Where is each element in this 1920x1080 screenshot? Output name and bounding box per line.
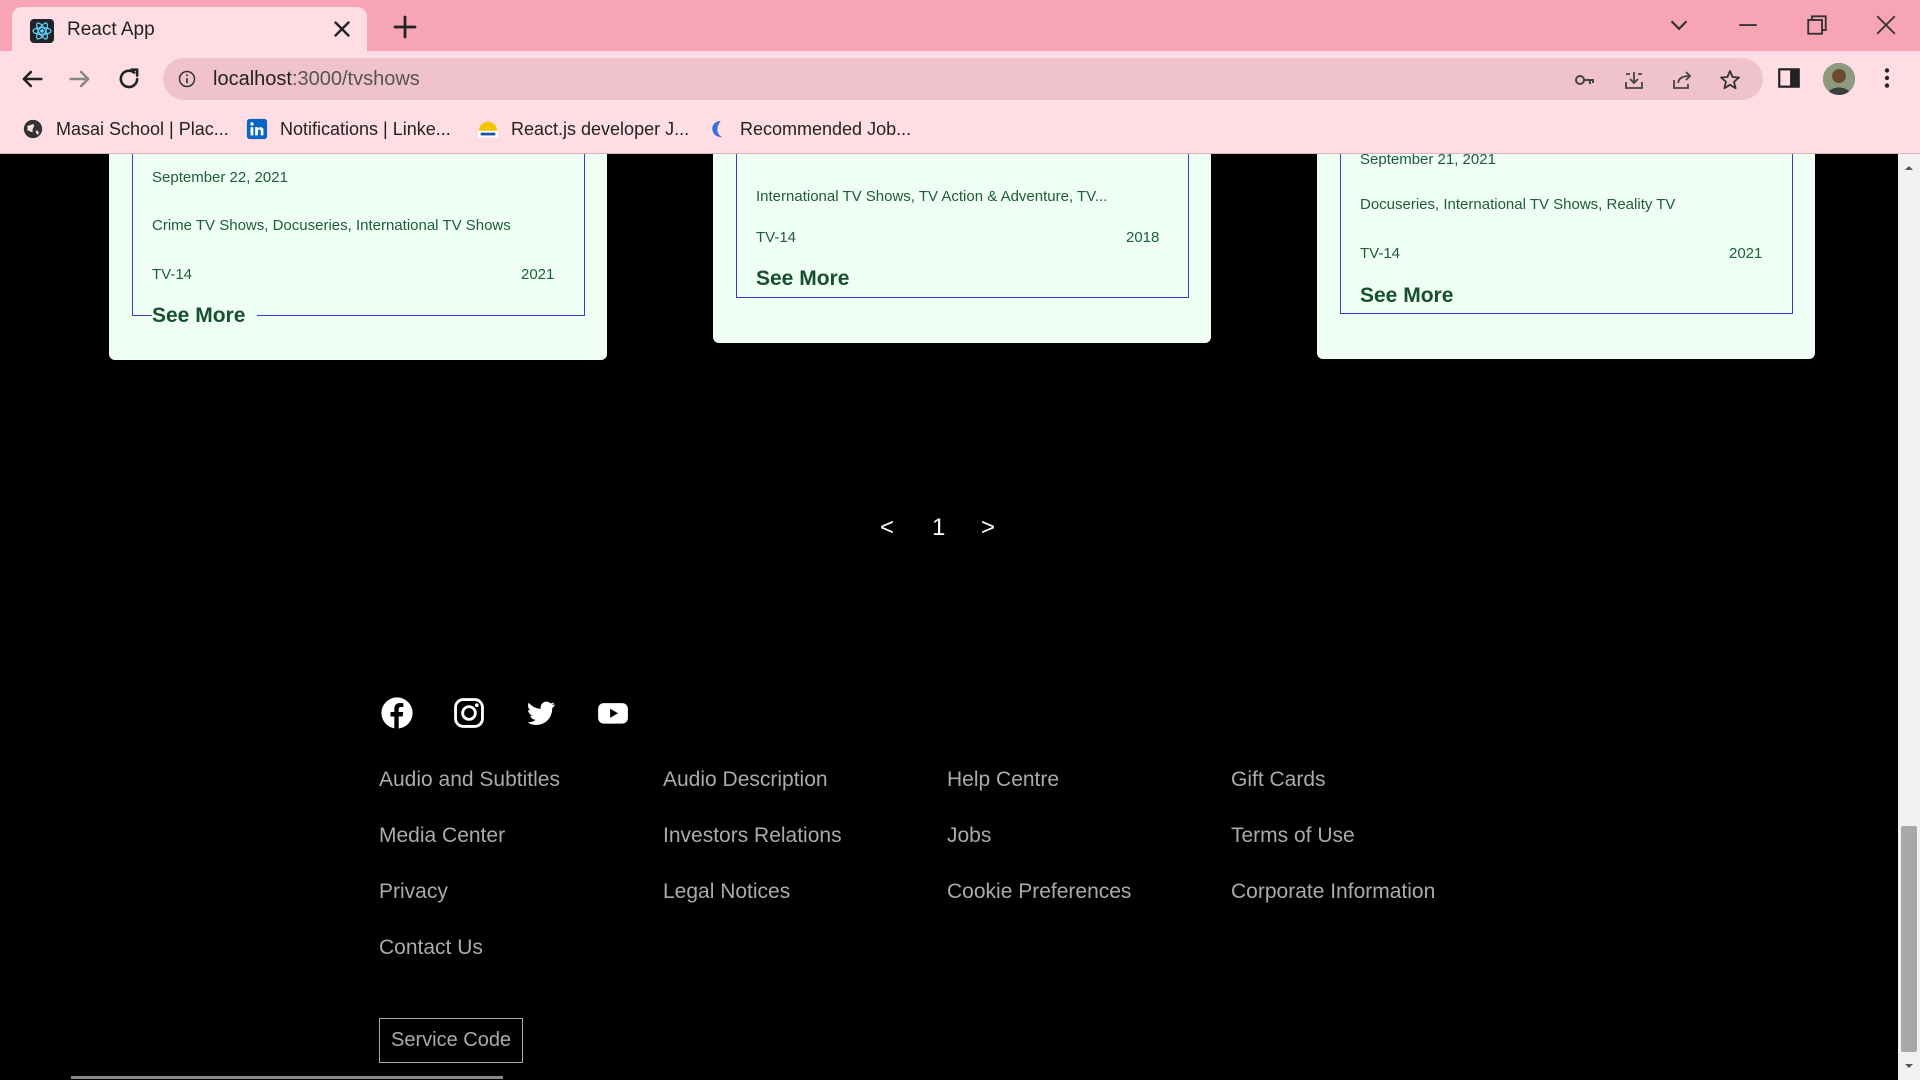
footer-link[interactable]: Cookie Preferences	[947, 880, 1131, 904]
bookmark-item[interactable]: Masai School | Plac...	[22, 114, 229, 144]
card-rating: TV-14	[152, 266, 193, 283]
site-info-icon[interactable]	[177, 69, 197, 89]
shine-icon	[477, 121, 499, 138]
card-year: 2018	[1126, 229, 1160, 246]
footer-link[interactable]: Help Centre	[947, 768, 1059, 792]
card-rating: TV-14	[756, 229, 797, 246]
reload-icon[interactable]	[115, 65, 143, 93]
footer-link[interactable]: Jobs	[947, 824, 991, 848]
see-more-button[interactable]: See More	[1360, 284, 1466, 308]
twitter-icon[interactable]	[524, 696, 558, 730]
naukri-icon	[712, 120, 723, 138]
scroll-up-arrow-icon[interactable]	[1903, 162, 1915, 174]
bookmarks-bar: Masai School | Plac... Notifications | L…	[0, 106, 1920, 154]
avatar-image-icon	[1823, 63, 1855, 95]
install-app-icon[interactable]	[1622, 68, 1646, 92]
footer-link[interactable]: Media Center	[379, 824, 505, 848]
service-code-wrap: Service Code	[379, 1018, 524, 1063]
globe-icon	[23, 119, 43, 139]
url-path: :3000/tvshows	[291, 68, 420, 90]
close-tab-icon[interactable]	[329, 16, 355, 42]
forward-arrow-icon[interactable]	[66, 65, 94, 93]
show-card: September 22, 2021 Crime TV Shows, Docus…	[109, 154, 607, 360]
footer-link[interactable]: Privacy	[379, 880, 448, 904]
footer-link[interactable]: Legal Notices	[663, 880, 790, 904]
scroll-down-arrow-icon[interactable]	[1903, 1060, 1915, 1072]
browser-tab[interactable]: React App	[12, 7, 367, 51]
card-date: September 22, 2021	[152, 169, 288, 186]
current-page[interactable]: 1	[932, 514, 945, 542]
profile-avatar[interactable]	[1823, 63, 1855, 95]
footer-link[interactable]: Audio Description	[663, 768, 828, 792]
show-card: September 21, 2021 Docuseries, Internati…	[1317, 154, 1815, 359]
footer-link[interactable]: Audio and Subtitles	[379, 768, 560, 792]
bookmark-star-icon[interactable]	[1718, 68, 1742, 92]
minimize-icon[interactable]	[1733, 10, 1763, 40]
show-card: International TV Shows, TV Action & Adve…	[713, 154, 1211, 343]
url-text: localhost:3000/tvshows	[213, 68, 420, 91]
share-icon[interactable]	[1670, 68, 1694, 92]
bookmark-label: Notifications | Linke...	[280, 118, 451, 139]
url-host: localhost	[213, 68, 292, 90]
footer-link[interactable]: Terms of Use	[1231, 824, 1355, 848]
card-genres: International TV Shows, TV Action & Adve…	[756, 188, 1108, 205]
close-window-icon[interactable]	[1871, 10, 1901, 40]
linkedin-icon	[246, 118, 268, 140]
new-tab-icon[interactable]	[390, 12, 420, 42]
browser-tab-strip: React App	[0, 0, 1920, 51]
card-genres: Crime TV Shows, Docuseries, Internationa…	[152, 217, 511, 234]
bookmark-item[interactable]: React.js developer J...	[477, 114, 689, 144]
page-viewport: September 22, 2021 Crime TV Shows, Docus…	[0, 154, 1920, 1080]
prev-page-button[interactable]: <	[880, 514, 894, 542]
facebook-icon[interactable]	[380, 696, 414, 730]
side-panel-icon[interactable]	[1776, 65, 1802, 91]
next-page-button[interactable]: >	[981, 514, 995, 542]
key-icon[interactable]	[1573, 68, 1597, 92]
restore-icon[interactable]	[1802, 10, 1832, 40]
back-arrow-icon[interactable]	[18, 65, 46, 93]
bottom-divider	[71, 1076, 503, 1079]
pagination: < 1 >	[870, 514, 1010, 554]
bookmark-label: Masai School | Plac...	[56, 118, 229, 139]
bookmark-label: Recommended Job...	[740, 118, 912, 139]
page-scrollbar[interactable]	[1898, 154, 1920, 1080]
tab-search-chevron-icon[interactable]	[1664, 10, 1694, 40]
footer-link[interactable]: Gift Cards	[1231, 768, 1326, 792]
bookmark-label: React.js developer J...	[511, 118, 690, 139]
bookmark-item[interactable]: Notifications | Linke...	[246, 114, 451, 144]
react-logo-icon	[30, 19, 54, 43]
see-more-button[interactable]: See More	[756, 267, 862, 291]
footer-link[interactable]: Corporate Information	[1231, 880, 1435, 904]
scrollbar-thumb[interactable]	[1901, 826, 1917, 1052]
youtube-icon[interactable]	[596, 696, 630, 730]
card-year: 2021	[1729, 245, 1763, 262]
footer-link[interactable]: Contact Us	[379, 936, 483, 960]
footer-link[interactable]: Investors Relations	[663, 824, 842, 848]
address-bar[interactable]: localhost:3000/tvshows	[163, 58, 1763, 100]
tab-title: React App	[67, 19, 155, 40]
card-rating: TV-14	[1360, 245, 1401, 262]
card-genres: Docuseries, International TV Shows, Real…	[1360, 196, 1676, 213]
instagram-icon[interactable]	[452, 696, 486, 730]
service-code-button[interactable]: Service Code	[379, 1018, 524, 1063]
bookmark-item[interactable]: Recommended Job...	[706, 114, 911, 144]
see-more-button[interactable]: See More	[152, 304, 258, 328]
card-date: September 21, 2021	[1360, 154, 1496, 168]
card-year: 2021	[521, 266, 555, 283]
menu-kebab-icon[interactable]	[1874, 65, 1900, 91]
browser-toolbar: localhost:3000/tvshows	[0, 51, 1920, 106]
